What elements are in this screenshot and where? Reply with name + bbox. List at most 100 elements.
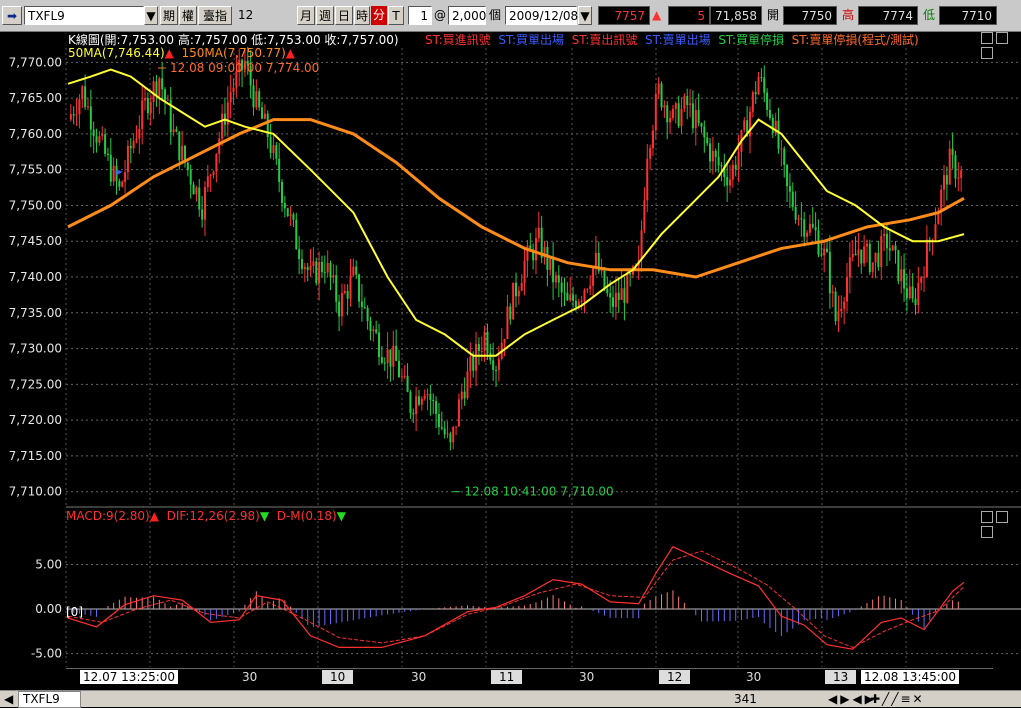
bars-input[interactable]: 2,000: [448, 6, 486, 25]
candle-body: [81, 86, 84, 100]
minimize-icon[interactable]: [981, 32, 993, 44]
candle-body: [398, 360, 401, 377]
candle-body: [372, 329, 375, 332]
candle-body: [731, 164, 734, 180]
candle-body: [945, 175, 948, 185]
candle-body: [583, 290, 586, 301]
count-input[interactable]: 1: [408, 6, 432, 25]
candle-body: [771, 117, 774, 134]
candle-body: [512, 282, 515, 320]
macd-legend: MACD:9(2.80)▲ DIF:12,26(2.98)▼ D-M(0.18)…: [66, 509, 346, 523]
period-tick-button[interactable]: T: [388, 6, 404, 25]
draw-tools-icon[interactable]: ✚╱╱≡✕: [870, 692, 925, 706]
maximize-icon[interactable]: [996, 32, 1009, 44]
futures-button[interactable]: 期: [160, 6, 178, 25]
panel-window-controls: [981, 32, 1019, 59]
candle-body: [229, 92, 232, 103]
x-axis-label-start: 12.07 13:25:00: [80, 670, 179, 684]
candle-body: [592, 268, 595, 286]
y-axis-label: 7,745.00: [9, 234, 62, 248]
candle-body: [709, 143, 712, 162]
candle-body: [452, 427, 455, 443]
candle-body: [763, 77, 766, 93]
candle-body: [312, 261, 315, 266]
period-minute-button[interactable]: 分: [371, 6, 387, 25]
ma150-legend: 150MA(7,750.77): [181, 46, 286, 60]
candle-body: [857, 249, 860, 256]
candle-body: [283, 203, 286, 209]
candle-body: [649, 148, 652, 159]
candle-body: [152, 81, 155, 102]
candle-body: [126, 145, 129, 173]
candle-body: [181, 145, 184, 161]
candle-body: [643, 200, 646, 231]
candle-body: [386, 349, 389, 364]
ma150-up-icon: ▲: [285, 46, 296, 60]
candle-body: [517, 290, 520, 297]
candle-body: [89, 106, 92, 130]
y-axis-label: 7,760.00: [9, 127, 62, 141]
ma50-legend: 50MA(7,746.44): [68, 46, 165, 60]
symbol-input[interactable]: TXFL9: [24, 6, 144, 25]
candle-body: [477, 344, 480, 352]
date-input[interactable]: 2009/12/08: [505, 6, 578, 25]
candle-body: [198, 187, 201, 210]
scroll-left-icon[interactable]: ◀: [4, 692, 13, 706]
period-day-button[interactable]: 日: [335, 6, 353, 25]
candle-body: [417, 396, 420, 405]
candle-body: [783, 148, 786, 165]
candle-body: [654, 93, 657, 131]
candle-body: [138, 128, 141, 139]
candle-body: [440, 427, 443, 429]
close-icon[interactable]: [981, 47, 993, 59]
candle-body: [666, 105, 669, 123]
candle-body: [828, 251, 831, 294]
macd-minimize-icon[interactable]: [981, 511, 993, 523]
legend-buy-signal: ST:買進訊號: [425, 33, 491, 47]
menu-arrow-button[interactable]: ➡: [2, 6, 22, 25]
ma-legend: 50MA(7,746.44)▲ 150MA(7,750.77)▲: [68, 46, 295, 60]
candle-body: [766, 92, 769, 110]
date-dropdown-button[interactable]: ▼: [578, 6, 592, 25]
candle-body: [560, 282, 563, 293]
macd-close-icon[interactable]: [981, 526, 993, 538]
legend-sell-exit: ST:賣單出場: [644, 33, 711, 47]
period-hour-button[interactable]: 時: [354, 6, 370, 25]
candle-body: [888, 248, 891, 251]
macd-gridlines: [65, 511, 1021, 667]
sheet-tab[interactable]: TXFL9: [18, 691, 81, 708]
symbol-dropdown-button[interactable]: ▼: [144, 6, 158, 25]
candle-body: [432, 399, 435, 401]
candle-body: [897, 250, 900, 282]
candle-body: [400, 376, 403, 378]
options-button[interactable]: 權: [179, 6, 197, 25]
index-button[interactable]: 臺指: [198, 6, 232, 25]
candle-body: [269, 137, 272, 153]
price-chart[interactable]: 7,770.00 7,765.00 7,760.00 7,755.00 7,750.00…: [9, 28, 1021, 506]
period-week-button[interactable]: 週: [316, 6, 334, 25]
last-price: 7757: [598, 6, 650, 25]
candle-body: [78, 99, 81, 115]
candle-body: [908, 286, 911, 299]
candle-body: [574, 300, 577, 308]
legend-sell-stop: ST:賣單停損(程式/測試): [791, 33, 919, 47]
open-label: 開: [766, 8, 779, 22]
candle-body: [806, 232, 809, 237]
candle-body: [671, 108, 674, 118]
macd-chart[interactable]: 5.00 0.00 -5.00: [31, 506, 1021, 667]
candle-body: [860, 249, 863, 264]
signal-legends: ST:買進訊號 ST:買單出場 ST:賣出訊號 ST:賣單出場 ST:買單停損 …: [425, 31, 919, 48]
candle-body: [497, 358, 500, 371]
period-month-button[interactable]: 月: [297, 6, 315, 25]
candle-body: [720, 165, 723, 167]
candle-body: [694, 110, 697, 129]
candle-body: [923, 276, 926, 278]
candle-body: [323, 271, 326, 273]
candle-body: [366, 308, 369, 322]
macd-maximize-icon[interactable]: [996, 511, 1009, 523]
x-axis-label: 10: [322, 670, 354, 684]
candle-body: [680, 108, 683, 127]
candle-body: [811, 223, 814, 228]
candle-body: [569, 294, 572, 301]
candle-body: [375, 329, 378, 333]
